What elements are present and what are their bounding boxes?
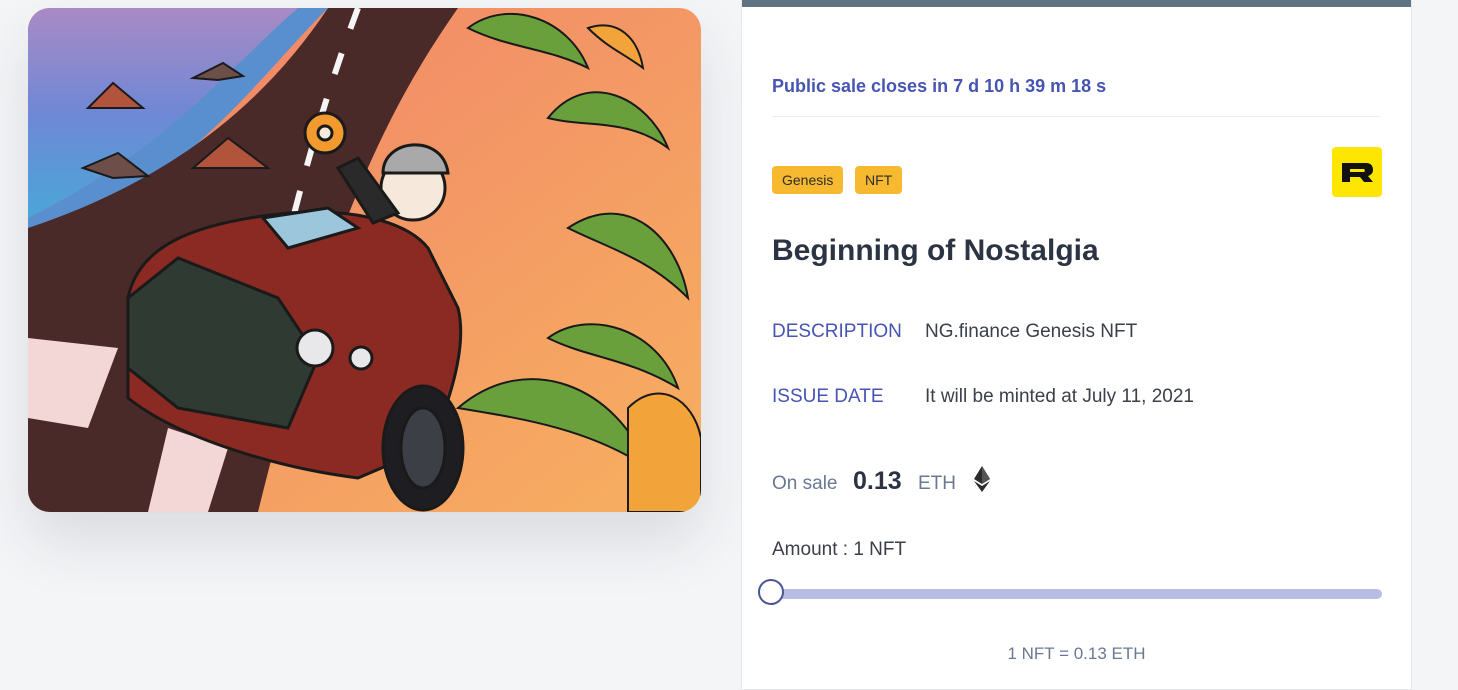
conversion-rate: 1 NFT = 0.13 ETH	[1007, 644, 1146, 663]
tag-genesis: Genesis	[772, 166, 844, 194]
sale-card: Public sale closes in 7 d 10 h 39 m 18 s…	[741, 0, 1412, 690]
tag-nft: NFT	[855, 166, 903, 194]
brand-logo-glyph	[1342, 163, 1373, 182]
nft-title: Beginning of Nostalgia	[772, 234, 1099, 267]
issue-date-label: ISSUE DATE	[772, 386, 884, 407]
amount-slider-thumb[interactable]	[758, 579, 784, 605]
rarible-logo-icon[interactable]	[1332, 147, 1382, 197]
nft-artwork-illustration	[28, 8, 701, 512]
divider	[772, 116, 1381, 117]
card-top-bar	[742, 0, 1411, 7]
description-label: DESCRIPTION	[772, 321, 902, 342]
description-value: NG.finance Genesis NFT	[925, 321, 1138, 342]
ethereum-icon	[974, 466, 990, 492]
amount-label: Amount : 1 NFT	[772, 539, 907, 560]
nft-artwork-image	[28, 8, 701, 512]
sale-countdown: Public sale closes in 7 d 10 h 39 m 18 s	[772, 76, 1107, 96]
issue-date-value: It will be minted at July 11, 2021	[925, 386, 1194, 407]
amount-slider-track[interactable]	[772, 589, 1382, 599]
price-value: 0.13	[853, 467, 902, 495]
on-sale-label: On sale	[772, 473, 838, 494]
price-currency: ETH	[918, 473, 956, 494]
